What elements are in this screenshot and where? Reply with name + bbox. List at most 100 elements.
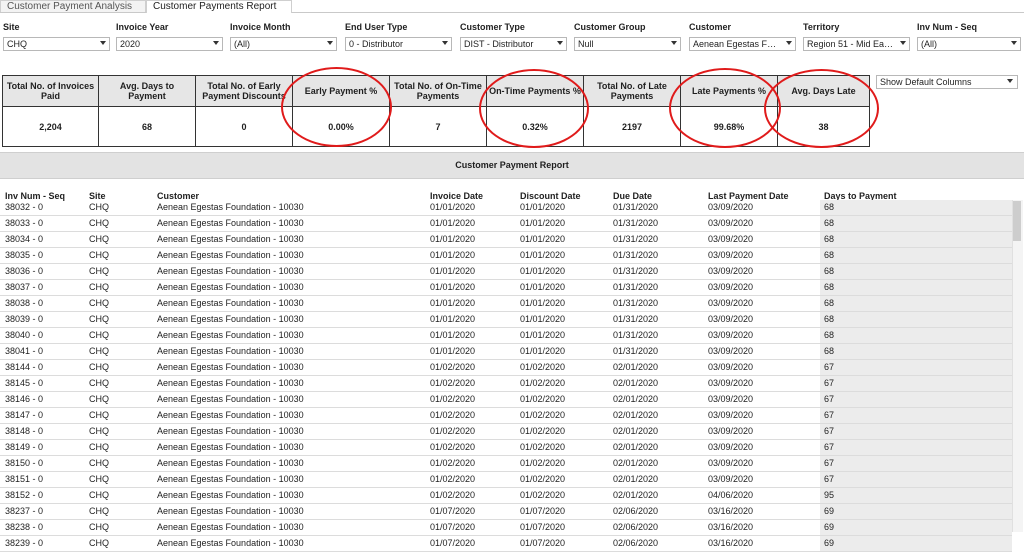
table-row[interactable]: 38151 - 0 CHQ Aenean Egestas Foundation - … [0, 472, 1012, 488]
cell-customer: Aenean Egestas Foundation - 10030 [157, 362, 304, 372]
table-row[interactable]: 38147 - 0 CHQ Aenean Egestas Foundation - … [0, 408, 1012, 424]
days-cell-background [820, 472, 1012, 487]
customer-group-select[interactable]: Null [574, 37, 681, 51]
table-row[interactable]: 38152 - 0 CHQ Aenean Egestas Foundation - … [0, 488, 1012, 504]
filter-label: Invoice Year [116, 22, 169, 32]
cell-discount-date: 01/02/2020 [520, 362, 566, 372]
table-row[interactable]: 38144 - 0 CHQ Aenean Egestas Foundation - … [0, 360, 1012, 376]
table-row[interactable]: 38038 - 0 CHQ Aenean Egestas Foundation - … [0, 296, 1012, 312]
cell-discount-date: 01/01/2020 [520, 202, 566, 212]
cell-discount-date: 01/07/2020 [520, 538, 566, 548]
chevron-down-icon [786, 41, 792, 45]
scrollbar-thumb[interactable] [1013, 201, 1021, 241]
cell-due-date: 02/01/2020 [613, 426, 659, 436]
cell-site: CHQ [89, 298, 109, 308]
table-row[interactable]: 38146 - 0 CHQ Aenean Egestas Foundation - … [0, 392, 1012, 408]
kpi-label: On-Time Payments % [486, 75, 584, 107]
kpi-value: 0.32% [486, 106, 584, 147]
table-row[interactable]: 38145 - 0 CHQ Aenean Egestas Foundation - … [0, 376, 1012, 392]
territory-select[interactable]: Region 51 - Mid East ... [803, 37, 910, 51]
days-cell-background [820, 488, 1012, 503]
cell-last-payment-date: 03/09/2020 [708, 394, 754, 404]
cell-inv-num: 38152 - 0 [5, 490, 44, 500]
table-row[interactable]: 38239 - 0 CHQ Aenean Egestas Foundation - … [0, 536, 1012, 552]
days-cell-background [820, 264, 1012, 279]
cell-customer: Aenean Egestas Foundation - 10030 [157, 346, 304, 356]
cell-discount-date: 01/01/2020 [520, 282, 566, 292]
days-cell-background [820, 392, 1012, 407]
cell-days-to-payment: 68 [824, 314, 835, 324]
days-cell-background [820, 440, 1012, 455]
cell-inv-num: 38035 - 0 [5, 250, 44, 260]
cell-site: CHQ [89, 202, 109, 212]
cell-last-payment-date: 03/09/2020 [708, 442, 754, 452]
cell-invoice-date: 01/07/2020 [430, 506, 476, 516]
vertical-scrollbar[interactable] [1012, 200, 1023, 532]
invoice-year-select[interactable]: 2020 [116, 37, 223, 51]
table-row[interactable]: 38238 - 0 CHQ Aenean Egestas Foundation - … [0, 520, 1012, 536]
customer-select[interactable]: Aenean Egestas Fou... [689, 37, 796, 51]
table-row[interactable]: 38033 - 0 CHQ Aenean Egestas Foundation - … [0, 216, 1012, 232]
cell-inv-num: 38151 - 0 [5, 474, 44, 484]
table-row[interactable]: 38036 - 0 CHQ Aenean Egestas Foundation - … [0, 264, 1012, 280]
table-row[interactable]: 38034 - 0 CHQ Aenean Egestas Foundation - … [0, 232, 1012, 248]
report-table-body: 38032 - 0 CHQ Aenean Egestas Foundation - … [0, 200, 1012, 552]
table-row[interactable]: 38041 - 0 CHQ Aenean Egestas Foundation - … [0, 344, 1012, 360]
cell-inv-num: 38032 - 0 [5, 202, 44, 212]
cell-last-payment-date: 03/16/2020 [708, 506, 754, 516]
table-row[interactable]: 38148 - 0 CHQ Aenean Egestas Foundation - … [0, 424, 1012, 440]
cell-days-to-payment: 67 [824, 394, 835, 404]
cell-days-to-payment: 67 [824, 362, 835, 372]
end-user-type-select[interactable]: 0 - Distributor [345, 37, 452, 51]
cell-last-payment-date: 03/09/2020 [708, 458, 754, 468]
cell-days-to-payment: 68 [824, 330, 835, 340]
cell-last-payment-date: 03/09/2020 [708, 426, 754, 436]
cell-inv-num: 38037 - 0 [5, 282, 44, 292]
cell-last-payment-date: 03/09/2020 [708, 298, 754, 308]
cell-site: CHQ [89, 442, 109, 452]
table-row[interactable]: 38037 - 0 CHQ Aenean Egestas Foundation - … [0, 280, 1012, 296]
cell-inv-num: 38033 - 0 [5, 218, 44, 228]
filter-label: Territory [803, 22, 840, 32]
table-row[interactable]: 38149 - 0 CHQ Aenean Egestas Foundation - … [0, 440, 1012, 456]
cell-last-payment-date: 03/09/2020 [708, 346, 754, 356]
site-select[interactable]: CHQ [3, 37, 110, 51]
table-row[interactable]: 38040 - 0 CHQ Aenean Egestas Foundation - … [0, 328, 1012, 344]
cell-invoice-date: 01/01/2020 [430, 250, 476, 260]
cell-due-date: 01/31/2020 [613, 314, 659, 324]
days-cell-background [820, 248, 1012, 263]
chevron-down-icon [327, 41, 333, 45]
cell-last-payment-date: 03/09/2020 [708, 474, 754, 484]
tab-customer-payment-analysis[interactable]: Customer Payment Analysis [0, 0, 146, 12]
show-columns-select[interactable]: Show Default Columns [876, 75, 1018, 89]
cell-site: CHQ [89, 362, 109, 372]
table-row[interactable]: 38237 - 0 CHQ Aenean Egestas Foundation - … [0, 504, 1012, 520]
cell-discount-date: 01/02/2020 [520, 410, 566, 420]
invoice-month-select[interactable]: (All) [230, 37, 337, 51]
cell-discount-date: 01/01/2020 [520, 330, 566, 340]
cell-due-date: 01/31/2020 [613, 234, 659, 244]
cell-customer: Aenean Egestas Foundation - 10030 [157, 202, 304, 212]
table-row[interactable]: 38032 - 0 CHQ Aenean Egestas Foundation - … [0, 200, 1012, 216]
inv-num-seq-select[interactable]: (All) [917, 37, 1021, 51]
cell-discount-date: 01/02/2020 [520, 394, 566, 404]
cell-last-payment-date: 03/09/2020 [708, 378, 754, 388]
cell-last-payment-date: 03/09/2020 [708, 202, 754, 212]
cell-customer: Aenean Egestas Foundation - 10030 [157, 234, 304, 244]
table-row[interactable]: 38150 - 0 CHQ Aenean Egestas Foundation - … [0, 456, 1012, 472]
kpi-value: 0.00% [292, 106, 390, 147]
cell-days-to-payment: 67 [824, 410, 835, 420]
cell-discount-date: 01/02/2020 [520, 442, 566, 452]
cell-invoice-date: 01/02/2020 [430, 394, 476, 404]
table-row[interactable]: 38039 - 0 CHQ Aenean Egestas Foundation - … [0, 312, 1012, 328]
cell-customer: Aenean Egestas Foundation - 10030 [157, 474, 304, 484]
cell-invoice-date: 01/01/2020 [430, 266, 476, 276]
days-cell-background [820, 200, 1012, 215]
cell-days-to-payment: 68 [824, 202, 835, 212]
tab-customer-payments-report[interactable]: Customer Payments Report [146, 0, 292, 13]
cell-due-date: 02/01/2020 [613, 410, 659, 420]
customer-type-select[interactable]: DIST - Distributor [460, 37, 567, 51]
cell-days-to-payment: 69 [824, 538, 835, 548]
table-row[interactable]: 38035 - 0 CHQ Aenean Egestas Foundation - … [0, 248, 1012, 264]
kpi-label: Total No. of Early Payment Discounts [195, 75, 293, 107]
